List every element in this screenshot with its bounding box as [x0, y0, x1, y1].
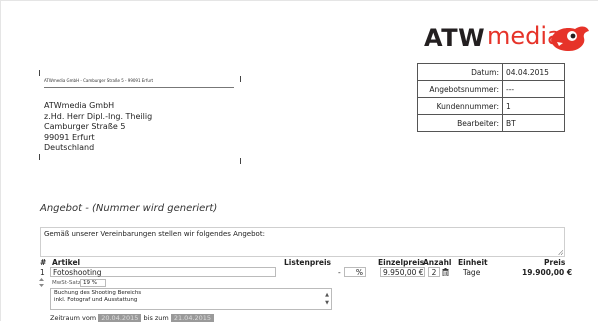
fold-marker — [39, 154, 40, 160]
address-line: z.Hd. Herr Dipl.-Ing. Theilig — [44, 111, 153, 121]
info-row-clerk: Bearbeiter: BT — [417, 114, 565, 132]
scrollbar[interactable]: ▲ ▼ — [325, 291, 329, 307]
article-input[interactable]: Fotoshooting — [50, 267, 276, 277]
list-price-value: - — [338, 268, 341, 277]
column-header-article: Artikel — [52, 258, 81, 267]
scroll-down-icon[interactable]: ▼ — [325, 299, 329, 307]
scroll-up-icon[interactable]: ▲ — [325, 291, 329, 299]
intro-text: Gemäß unserer Vereinbarungen stellen wir… — [44, 230, 265, 238]
address-line: Camburger Straße 5 — [44, 122, 126, 131]
info-label: Kundennummer: — [417, 97, 503, 115]
column-header-unit: Einheit — [458, 258, 488, 267]
info-label: Datum: — [417, 63, 503, 81]
column-header-quantity: Anzahl — [423, 258, 452, 267]
info-row-offer-number: Angebotsnummer: --- — [417, 80, 565, 98]
sender-return-line: ATWmedia GmbH - Camburger Straße 5 - 990… — [44, 78, 154, 83]
discount-percent-input[interactable]: % — [344, 267, 366, 277]
column-header-price: Preis — [544, 258, 566, 267]
vat-rate-select[interactable]: 19 % — [80, 279, 106, 287]
total-price-value: 19.900,00 € — [522, 268, 573, 277]
logo-text-atw: ATW — [424, 24, 486, 52]
resize-handle-icon[interactable] — [558, 250, 563, 255]
info-row-customer-number: Kundennummer: 1 — [417, 97, 565, 115]
sort-handle-icon[interactable] — [39, 278, 44, 287]
fold-marker — [39, 70, 40, 76]
address-line: 99091 Erfurt — [44, 132, 95, 142]
trash-icon[interactable] — [442, 268, 449, 276]
vat-label: MwSt-Satz: — [52, 280, 83, 286]
offer-title: Angebot - (Nummer wird generiert) — [40, 203, 218, 214]
info-label: Angebotsnummer: — [417, 80, 503, 98]
address-line: Deutschland — [44, 143, 95, 152]
fold-marker — [240, 76, 241, 82]
description-line: Buchung des Shooting Bereichs — [54, 290, 142, 296]
logo-dragon-icon — [551, 26, 589, 51]
row-number: 1 — [40, 268, 45, 277]
quantity-input[interactable]: 2 — [428, 267, 440, 277]
unit-value: Tage — [463, 268, 481, 277]
address-line: ATWmedia GmbH — [44, 101, 115, 110]
sender-divider — [44, 87, 234, 88]
document-info-table: Datum: 04.04.2015 Angebotsnummer: --- Ku… — [417, 63, 565, 132]
info-value: BT — [502, 114, 565, 132]
info-value: 1 — [502, 97, 565, 115]
column-header-unit-price: Einzelpreis — [378, 258, 425, 267]
item-description-textarea[interactable]: Buchung des Shooting Bereichs inkl. Foto… — [50, 288, 332, 310]
column-header-number: # — [40, 258, 47, 267]
info-value: 04.04.2015 — [502, 63, 565, 81]
company-logo: ATW media — [424, 20, 594, 58]
info-label: Bearbeiter: — [417, 114, 503, 132]
info-row-date: Datum: 04.04.2015 — [417, 63, 565, 81]
unit-price-input[interactable]: 9.950,00 € — [380, 267, 425, 277]
description-line: inkl. Fotograf und Ausstattung — [54, 297, 138, 303]
intro-textarea[interactable]: Gemäß unserer Vereinbarungen stellen wir… — [40, 227, 565, 257]
info-value: --- — [502, 80, 565, 98]
column-header-list-price: Listenpreis — [284, 258, 332, 267]
recipient-address: ATWmedia GmbH z.Hd. Herr Dipl.-Ing. Thei… — [44, 101, 152, 154]
fold-marker — [240, 158, 241, 164]
